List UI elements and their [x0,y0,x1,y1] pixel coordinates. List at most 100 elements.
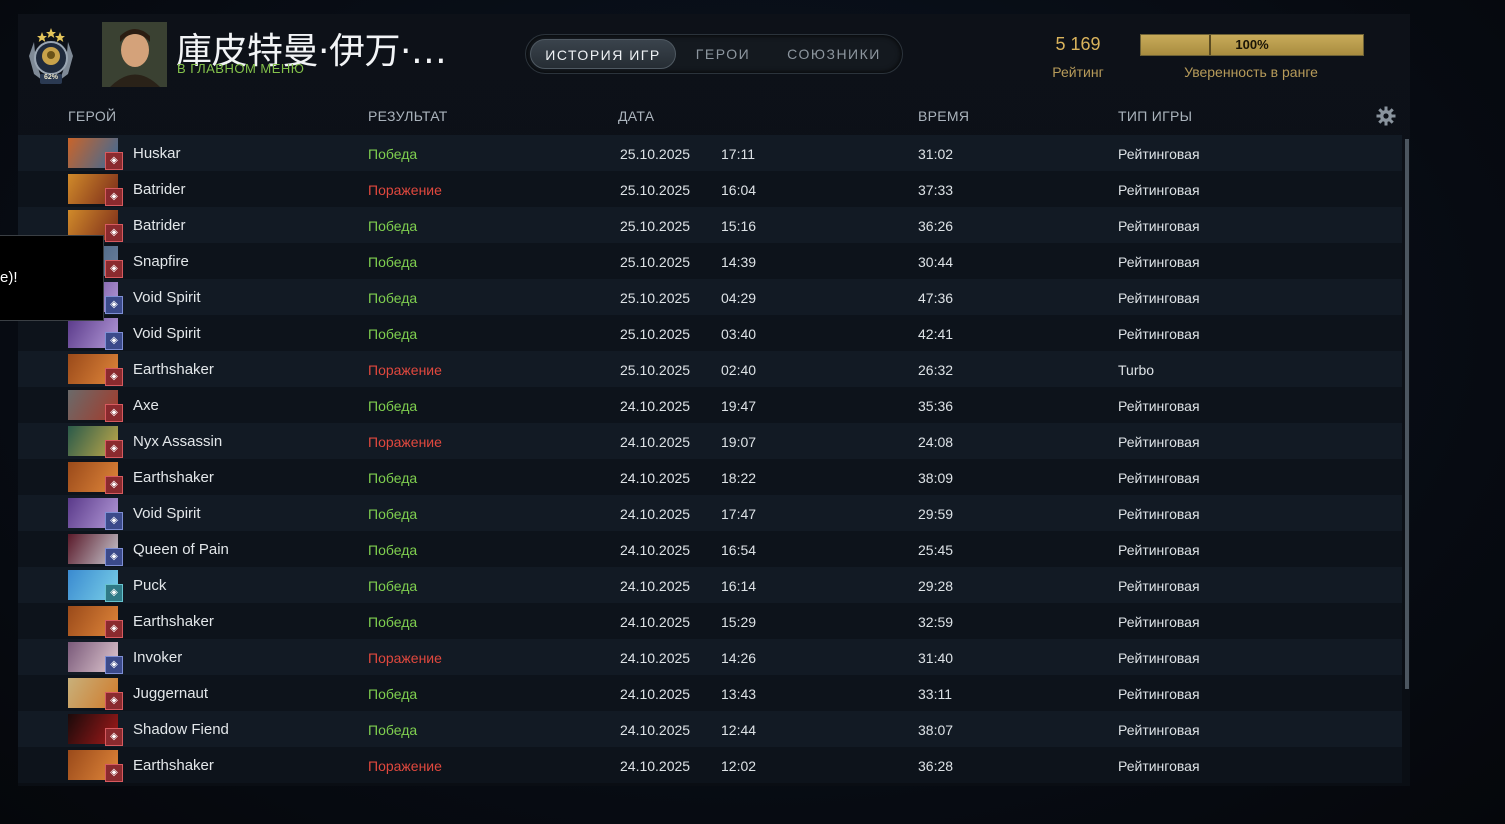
match-row[interactable]: ◈ Batrider Поражение 25.10.2025 16:04 37:33 Ре… [18,171,1402,207]
match-duration: 29:59 [918,506,954,522]
player-status: В ГЛАВНОМ МЕНЮ [177,61,305,76]
hero-attribute-icon: ◈ [105,728,123,746]
match-duration: 30:44 [918,254,954,270]
hero-attribute-icon: ◈ [105,548,123,566]
match-time: 17:47 [721,506,757,522]
avatar[interactable] [102,22,167,87]
match-row[interactable]: ◈ Shadow Fiend Победа 24.10.2025 12:44 38:07 Р… [18,711,1402,747]
match-row[interactable]: ◈ Earthshaker Победа 24.10.2025 18:22 38:09 Ре… [18,459,1402,495]
match-result: Победа [368,722,418,738]
hero-name: Void Spirit [133,325,201,342]
match-date: 25.10.2025 [620,290,691,306]
match-row[interactable]: ◈ Void Spirit Победа 25.10.2025 04:29 47:36 Ре… [18,279,1402,315]
hero-attribute-icon: ◈ [105,764,123,782]
hero-name: Huskar [133,145,181,162]
match-game-type: Рейтинговая [1118,758,1200,774]
match-date: 24.10.2025 [620,650,691,666]
rank-confidence-value: 100% [1235,37,1269,52]
tab-match-history[interactable]: ИСТОРИЯ ИГР [530,39,676,69]
column-result[interactable]: РЕЗУЛЬТАТ [368,108,448,124]
match-row[interactable]: ◈ Void Spirit Победа 24.10.2025 17:47 29:59 Ре… [18,495,1402,531]
match-duration: 42:41 [918,326,954,342]
match-row[interactable]: ◈ Snapfire Победа 25.10.2025 14:39 30:44 Рейти… [18,243,1402,279]
match-date: 24.10.2025 [620,470,691,486]
match-duration: 47:36 [918,290,954,306]
match-row[interactable]: ◈ Invoker Поражение 24.10.2025 14:26 31:40 Рей… [18,639,1402,675]
tab-heroes[interactable]: ГЕРОИ [682,39,764,69]
match-date: 24.10.2025 [620,506,691,522]
match-game-type: Рейтинговая [1118,254,1200,270]
match-row[interactable]: ◈ Earthshaker Победа 24.10.2025 15:29 32:59 Ре… [18,603,1402,639]
hero-name: Puck [133,577,167,594]
match-date: 24.10.2025 [620,578,691,594]
match-time: 17:11 [721,146,755,162]
match-date: 24.10.2025 [620,758,691,774]
match-row[interactable]: ◈ Puck Победа 24.10.2025 16:14 29:28 Рейтингов… [18,567,1402,603]
match-result: Победа [368,614,418,630]
match-row[interactable]: ◈ Juggernaut Победа 24.10.2025 13:43 33:11 Рей… [18,675,1402,711]
match-date: 24.10.2025 [620,722,691,738]
match-time: 15:16 [721,218,757,234]
match-result: Победа [368,218,418,234]
match-date: 25.10.2025 [620,362,691,378]
match-date: 24.10.2025 [620,542,691,558]
tab-allies[interactable]: СОЮЗНИКИ [772,39,896,69]
hero-attribute-icon: ◈ [105,476,123,494]
match-result: Победа [368,254,418,270]
column-date[interactable]: ДАТА [618,108,654,124]
hero-name: Earthshaker [133,613,214,630]
match-date: 24.10.2025 [620,398,691,414]
column-game-type[interactable]: ТИП ИГРЫ [1118,108,1192,124]
hero-attribute-icon: ◈ [105,584,123,602]
match-row[interactable]: ◈ Axe Победа 24.10.2025 19:47 35:36 Рейтингова… [18,387,1402,423]
match-result: Поражение [368,362,442,378]
match-date: 25.10.2025 [620,326,691,342]
match-duration: 32:59 [918,614,954,630]
rank-percent-label: 62% [43,74,58,81]
match-row[interactable]: ◈ Earthshaker Поражение 24.10.2025 12:02 36:2… [18,747,1402,783]
match-time: 12:44 [721,722,757,738]
match-result: Победа [368,290,418,306]
column-hero[interactable]: ГЕРОЙ [68,108,116,124]
match-row[interactable]: ◈ Batrider Победа 25.10.2025 15:16 36:26 Рейти… [18,207,1402,243]
match-time: 14:39 [721,254,757,270]
hero-name: Earthshaker [133,757,214,774]
hero-name: Queen of Pain [133,541,229,558]
hero-name: Axe [133,397,159,414]
match-list-scrollbar[interactable] [1405,139,1409,689]
notification-popup[interactable]: e)! [0,235,104,321]
column-duration[interactable]: ВРЕМЯ [918,108,969,124]
match-row[interactable]: ◈ Nyx Assassin Поражение 24.10.2025 19:07 24:… [18,423,1402,459]
gear-icon[interactable] [1376,106,1396,126]
hero-attribute-icon: ◈ [105,620,123,638]
hero-name: Void Spirit [133,505,201,522]
match-result: Победа [368,398,418,414]
match-game-type: Рейтинговая [1118,146,1200,162]
notification-text: e)! [0,269,18,286]
match-row[interactable]: ◈ Queen of Pain Победа 24.10.2025 16:54 25:45… [18,531,1402,567]
match-duration: 29:28 [918,578,954,594]
match-time: 19:47 [721,398,757,414]
match-date: 24.10.2025 [620,434,691,450]
match-duration: 25:45 [918,542,954,558]
match-game-type: Рейтинговая [1118,218,1200,234]
match-duration: 38:09 [918,470,954,486]
match-time: 18:22 [721,470,757,486]
match-time: 13:43 [721,686,757,702]
match-list: ◈ Huskar Победа 25.10.2025 17:11 31:02 Рейтинг… [18,135,1402,783]
match-game-type: Turbo [1118,362,1155,378]
match-time: 12:02 [721,758,757,774]
match-result: Победа [368,542,418,558]
match-row[interactable]: ◈ Huskar Победа 25.10.2025 17:11 31:02 Рейтинг… [18,135,1402,171]
hero-attribute-icon: ◈ [105,440,123,458]
match-result: Победа [368,326,418,342]
hero-name: Earthshaker [133,469,214,486]
match-result: Поражение [368,434,442,450]
match-duration: 26:32 [918,362,954,378]
match-game-type: Рейтинговая [1118,434,1200,450]
match-game-type: Рейтинговая [1118,650,1200,666]
match-result: Победа [368,578,418,594]
match-row[interactable]: ◈ Earthshaker Поражение 25.10.2025 02:40 26:3… [18,351,1402,387]
match-game-type: Рейтинговая [1118,614,1200,630]
match-row[interactable]: ◈ Void Spirit Победа 25.10.2025 03:40 42:41 Ре… [18,315,1402,351]
